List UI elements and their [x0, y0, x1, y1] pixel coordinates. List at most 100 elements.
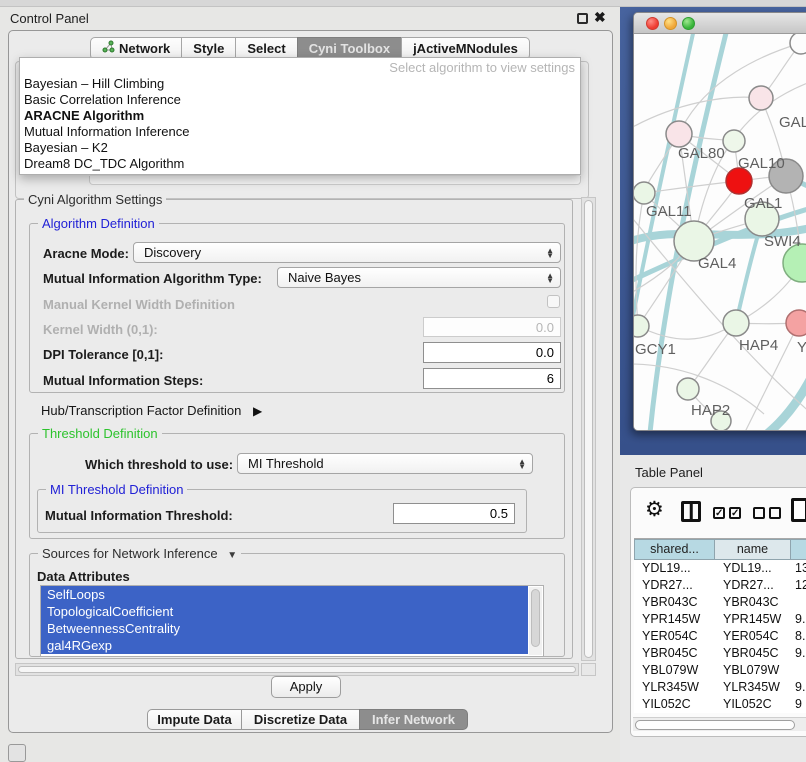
network-canvas[interactable]: GAL GAL80 GAL10 GAL1 GAL11 GAL4 SWI4 GCY…	[634, 34, 806, 431]
dropdown-item[interactable]: Bayesian – K2	[20, 140, 580, 156]
column-header-name[interactable]: name	[715, 539, 791, 560]
node-gal10[interactable]	[723, 130, 745, 152]
column-header-shared-name[interactable]: shared...	[634, 539, 715, 560]
unchecked-checkbox-icon[interactable]	[753, 507, 765, 519]
close-button[interactable]	[646, 17, 659, 30]
cell: YDL19...	[634, 560, 715, 577]
cell: YER054C	[715, 628, 791, 645]
table-panel: Table Panel ⚙ ✓ ✓ shared... name A YDL19…	[620, 455, 806, 762]
dropdown-item[interactable]: Bayesian – Hill Climbing	[20, 76, 580, 92]
dropdown-item-selected[interactable]: ARACNE Algorithm	[20, 108, 580, 124]
gear-icon[interactable]: ⚙	[645, 497, 664, 522]
columns-icon[interactable]	[681, 501, 701, 522]
hub-definition-toggle[interactable]: Hub/Transcription Factor Definition ▶	[41, 403, 262, 418]
table-row[interactable]: YIL052C YIL052C 9	[634, 696, 806, 713]
network-window[interactable]: GAL GAL80 GAL10 GAL1 GAL11 GAL4 SWI4 GCY…	[633, 12, 806, 431]
tab-infer-network[interactable]: Infer Network	[359, 709, 468, 730]
which-threshold-select[interactable]: MI Threshold ▲▼	[237, 453, 533, 474]
attribute-item-selected[interactable]: BetweennessCentrality	[41, 620, 528, 637]
sources-toggle[interactable]: Sources for Network Inference ▼	[38, 546, 241, 561]
attribute-item-selected[interactable]: gal4RGexp	[41, 637, 528, 654]
dpi-tolerance-input[interactable]: 0.0	[423, 342, 561, 363]
which-threshold-label: Which threshold to use:	[85, 457, 233, 472]
checked-checkbox-icon[interactable]: ✓	[713, 507, 725, 519]
scrollbar-thumb[interactable]	[635, 720, 795, 730]
apply-button[interactable]: Apply	[271, 676, 341, 698]
table-row[interactable]: YBR045C YBR045C 9.	[634, 645, 806, 662]
top-strip	[0, 0, 806, 7]
cell	[791, 662, 806, 679]
attribute-item-selected[interactable]: SelfLoops	[41, 586, 528, 603]
node-gal-partial[interactable]	[749, 86, 773, 110]
screen: Control Panel ✖ Network Style	[0, 0, 806, 762]
settings-vertical-scrollbar[interactable]	[581, 197, 596, 661]
scrollbar-thumb[interactable]	[531, 589, 540, 647]
which-threshold-value: MI Threshold	[248, 456, 324, 471]
table-panel-card: ⚙ ✓ ✓ shared... name A YDL19... YDL19...…	[630, 487, 806, 737]
node-gcy1[interactable]	[634, 315, 649, 337]
mi-threshold-input[interactable]: 0.5	[393, 503, 515, 524]
dropdown-item[interactable]: Basic Correlation Inference	[20, 92, 580, 108]
settings-horizontal-scrollbar[interactable]	[15, 663, 579, 676]
node-gal11[interactable]	[634, 182, 655, 204]
kernel-width-input[interactable]: 0.0	[423, 317, 561, 337]
chevron-right-icon: ▶	[253, 404, 262, 418]
node[interactable]	[790, 34, 806, 54]
unchecked-checkbox-icon[interactable]	[769, 507, 781, 519]
attribute-item-selected[interactable]: TopologicalCoefficient	[41, 603, 528, 620]
table-horizontal-scrollbar[interactable]	[633, 717, 806, 731]
close-icon[interactable]: ✖	[594, 9, 606, 26]
mi-steps-input[interactable]: 6	[423, 368, 561, 389]
checked-checkbox-icon[interactable]: ✓	[729, 507, 741, 519]
data-attributes-label: Data Attributes	[37, 569, 130, 584]
node-hap4[interactable]	[723, 310, 749, 336]
float-panel-icon[interactable]	[577, 13, 588, 24]
dropdown-item[interactable]: Mutual Information Inference	[20, 124, 580, 140]
node-hap2[interactable]	[677, 378, 699, 400]
network-window-titlebar[interactable]	[634, 13, 806, 34]
cell: 8.	[791, 628, 806, 645]
table-row[interactable]: YER054C YER054C 8.	[634, 628, 806, 645]
node-y-partial[interactable]	[786, 310, 806, 336]
cell: YPR145W	[715, 611, 791, 628]
page-icon[interactable]	[791, 498, 806, 522]
table-row[interactable]: YLR345W YLR345W 9.	[634, 679, 806, 696]
tab-discretize-data[interactable]: Discretize Data	[241, 709, 360, 730]
mi-type-select[interactable]: Naive Bayes ▲▼	[277, 267, 561, 288]
column-header-partial[interactable]: A	[791, 539, 806, 560]
zoom-button[interactable]	[682, 17, 695, 30]
tab-impute-data[interactable]: Impute Data	[147, 709, 242, 730]
chevron-updown-icon: ▲▼	[546, 248, 554, 258]
scrollbar-thumb[interactable]	[584, 200, 593, 658]
network-graph: GAL GAL80 GAL10 GAL1 GAL11 GAL4 SWI4 GCY…	[634, 34, 806, 431]
group-title: MI Threshold Definition	[46, 482, 187, 497]
dropdown-item[interactable]: Dream8 DC_TDC Algorithm	[20, 156, 580, 172]
manual-kernel-width-checkbox[interactable]	[547, 295, 560, 308]
table-row[interactable]: YDR27... YDR27... 12	[634, 577, 806, 594]
node-label: GAL11	[646, 203, 692, 220]
table-row[interactable]: YBL079W YBL079W	[634, 662, 806, 679]
aracne-mode-select[interactable]: Discovery ▲▼	[133, 242, 561, 263]
table-row[interactable]: YDL19... YDL19... 13	[634, 560, 806, 577]
cell: YLR345W	[715, 679, 791, 696]
tab-label: Select	[247, 38, 285, 59]
table-header-row: shared... name A	[634, 539, 806, 560]
list-scrollbar[interactable]	[529, 587, 542, 655]
table-row[interactable]: YPR145W YPR145W 9.	[634, 611, 806, 628]
cell: YBR043C	[715, 594, 791, 611]
cell: 9.	[791, 679, 806, 696]
cell: YER054C	[634, 628, 715, 645]
cell	[791, 594, 806, 611]
node-gal80[interactable]	[666, 121, 692, 147]
collapsed-panel-button[interactable]	[8, 744, 26, 762]
scrollbar-thumb[interactable]	[18, 666, 576, 673]
node-label: GAL1	[744, 195, 782, 212]
tab-label: Network	[119, 38, 170, 59]
mi-threshold-label: Mutual Information Threshold:	[45, 508, 233, 523]
manual-kernel-width-label: Manual Kernel Width Definition	[43, 297, 235, 312]
minimize-button[interactable]	[664, 17, 677, 30]
cell: YDR27...	[715, 577, 791, 594]
mi-type-value: Naive Bayes	[288, 270, 361, 285]
data-attributes-list[interactable]: SelfLoops TopologicalCoefficient Between…	[40, 585, 544, 657]
table-row[interactable]: YBR043C YBR043C	[634, 594, 806, 611]
